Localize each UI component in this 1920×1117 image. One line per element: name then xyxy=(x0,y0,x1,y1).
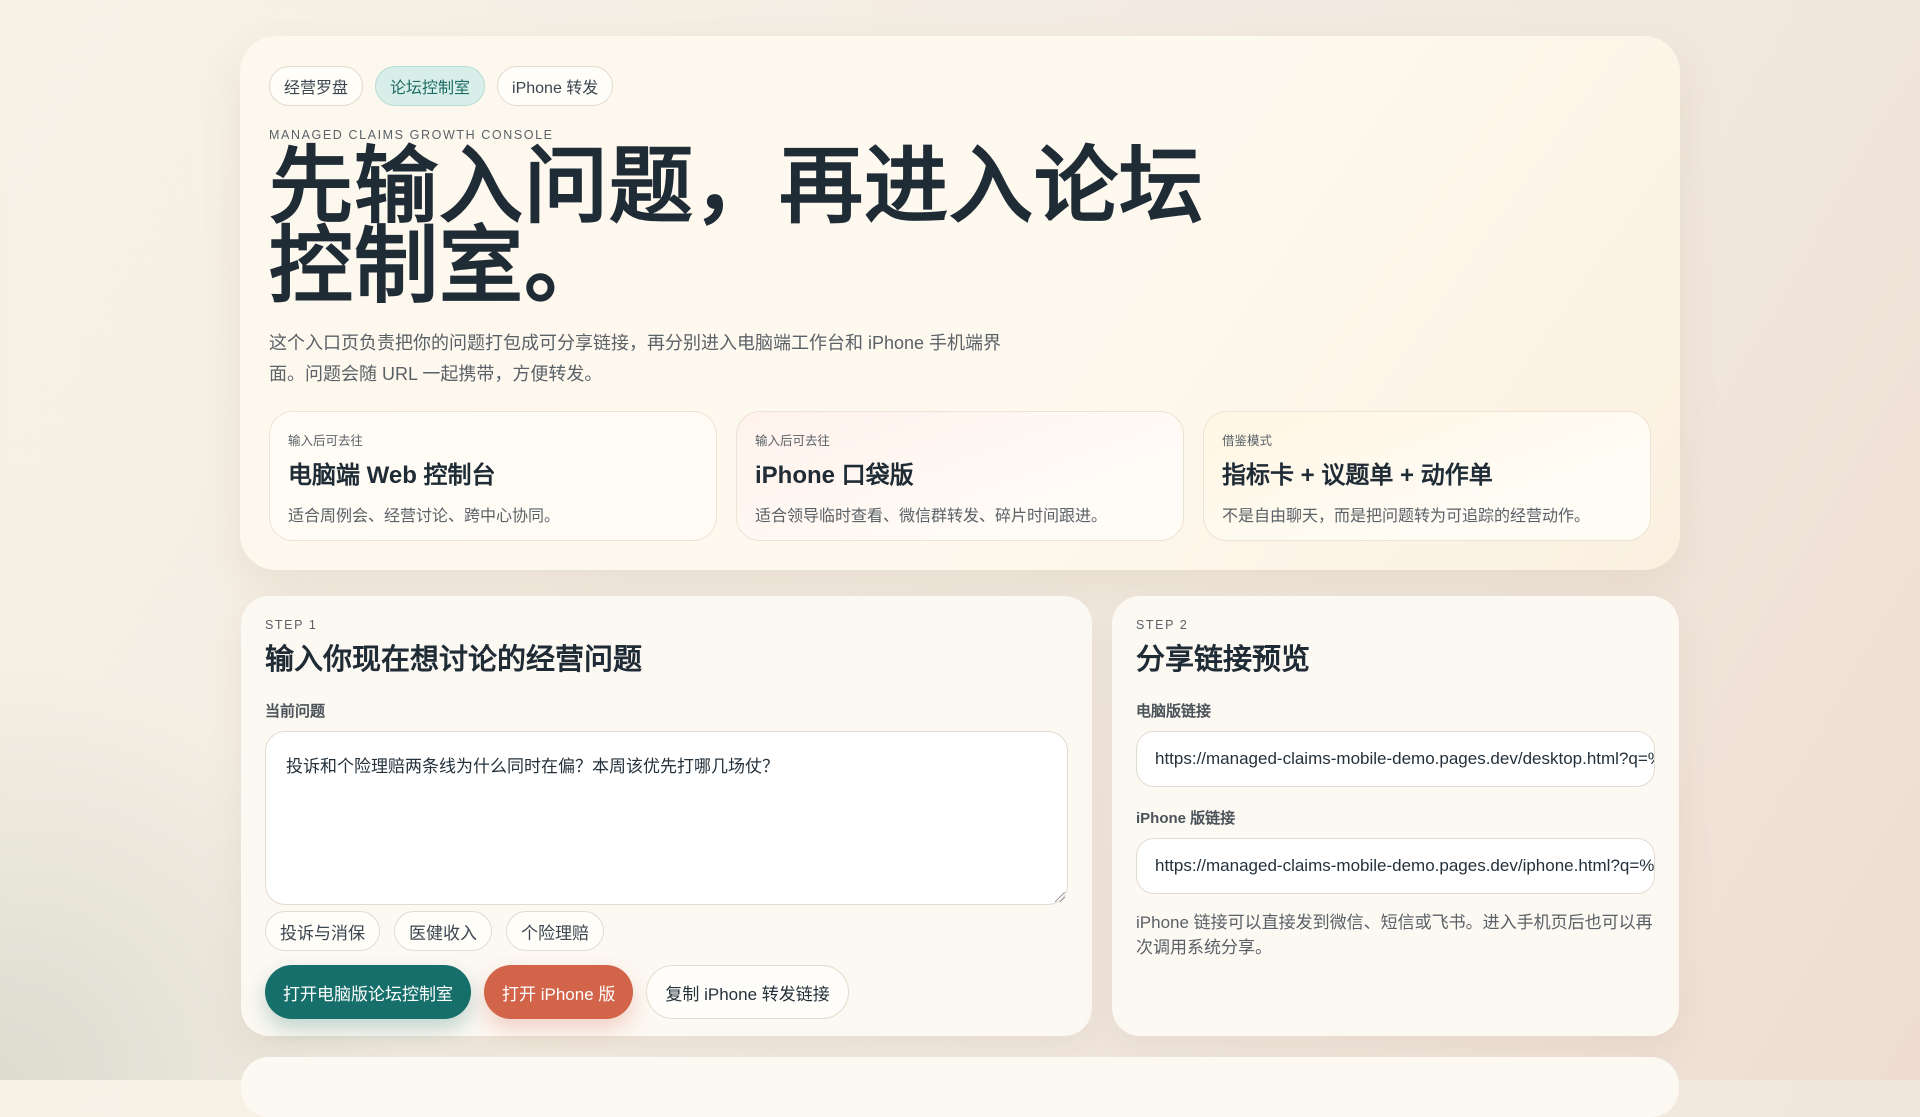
card-kicker: 输入后可去往 xyxy=(288,434,364,448)
card-kicker: 借鉴模式 xyxy=(1222,434,1273,448)
step2-panel: STEP 2 分享链接预览 电脑版链接 https://managed-clai… xyxy=(1112,596,1679,1036)
question-textarea[interactable]: 投诉和个险理赔两条线为什么同时在偏？本周该优先打哪几场仗？ xyxy=(265,731,1068,905)
resize-grip-icon[interactable] xyxy=(1055,892,1065,902)
iphone-link-field[interactable]: https://managed-claims-mobile-demo.pages… xyxy=(1136,838,1655,894)
card-title: 指标卡 + 议题单 + 动作单 xyxy=(1222,462,1493,489)
nav-chip-iphone-forward[interactable]: iPhone 转发 xyxy=(497,66,614,106)
card-pattern: 借鉴模式 指标卡 + 议题单 + 动作单 不是自由聊天，而是把问题转为可追踪的经… xyxy=(1203,411,1651,541)
step2-label: STEP 2 xyxy=(1136,618,1189,632)
nav-chip-forum-control-room[interactable]: 论坛控制室 xyxy=(375,66,486,106)
desktop-link-label: 电脑版链接 xyxy=(1136,703,1212,720)
question-field-label: 当前问题 xyxy=(265,703,326,720)
card-description: 不是自由聊天，而是把问题转为可追踪的经营动作。 xyxy=(1222,508,1591,525)
card-title: iPhone 口袋版 xyxy=(755,462,914,489)
step1-actions: 打开电脑版论坛控制室 打开 iPhone 版 复制 iPhone 转发链接 xyxy=(265,965,1068,1019)
question-text: 投诉和个险理赔两条线为什么同时在偏？本周该优先打哪几场仗？ xyxy=(286,757,779,776)
next-section-card xyxy=(241,1057,1679,1117)
tag-complaints[interactable]: 投诉与消保 xyxy=(265,911,380,951)
open-iphone-button[interactable]: 打开 iPhone 版 xyxy=(484,965,634,1019)
card-desktop-console: 输入后可去往 电脑端 Web 控制台 适合周例会、经营讨论、跨中心协同。 xyxy=(269,411,717,541)
copy-iphone-link-button[interactable]: 复制 iPhone 转发链接 xyxy=(646,965,849,1019)
card-description: 适合周例会、经营讨论、跨中心协同。 xyxy=(288,508,561,525)
step2-title: 分享链接预览 xyxy=(1136,644,1311,676)
destination-cards: 输入后可去往 电脑端 Web 控制台 适合周例会、经营讨论、跨中心协同。 输入后… xyxy=(269,411,1651,541)
step1-panel: STEP 1 输入你现在想讨论的经营问题 当前问题 投诉和个险理赔两条线为什么同… xyxy=(241,596,1092,1036)
nav-chips: 经营罗盘 论坛控制室 iPhone 转发 xyxy=(269,66,1651,106)
card-kicker: 输入后可去往 xyxy=(755,434,831,448)
share-note: iPhone 链接可以直接发到微信、短信或飞书。进入手机页后也可以再次调用系统分… xyxy=(1136,913,1653,957)
iphone-link-label: iPhone 版链接 xyxy=(1136,810,1236,827)
card-description: 适合领导临时查看、微信群转发、碎片时间跟进。 xyxy=(755,508,1108,525)
desktop-link-field[interactable]: https://managed-claims-mobile-demo.pages… xyxy=(1136,731,1655,787)
step1-label: STEP 1 xyxy=(265,618,318,632)
hero-panel: 经营罗盘 论坛控制室 iPhone 转发 MANAGED CLAIMS GROW… xyxy=(240,36,1680,570)
tag-health-revenue[interactable]: 医健收入 xyxy=(394,911,492,951)
card-title: 电脑端 Web 控制台 xyxy=(288,462,496,489)
topic-tags: 投诉与消保 医健收入 个险理赔 xyxy=(265,911,1068,951)
tag-individual-claims[interactable]: 个险理赔 xyxy=(506,911,604,951)
step1-title: 输入你现在想讨论的经营问题 xyxy=(265,644,643,676)
card-iphone-pocket: 输入后可去往 iPhone 口袋版 适合领导临时查看、微信群转发、碎片时间跟进。 xyxy=(736,411,1184,541)
page-title: 先输入问题，再进入论坛 控制室。 xyxy=(269,144,1651,308)
nav-chip-compass[interactable]: 经营罗盘 xyxy=(269,66,364,106)
open-desktop-button[interactable]: 打开电脑版论坛控制室 xyxy=(265,965,471,1019)
hero-description: 这个入口页负责把你的问题打包成可分享链接，再分别进入电脑端工作台和 iPhone… xyxy=(269,333,1002,384)
headline-line-2: 控制室。 xyxy=(269,219,610,313)
